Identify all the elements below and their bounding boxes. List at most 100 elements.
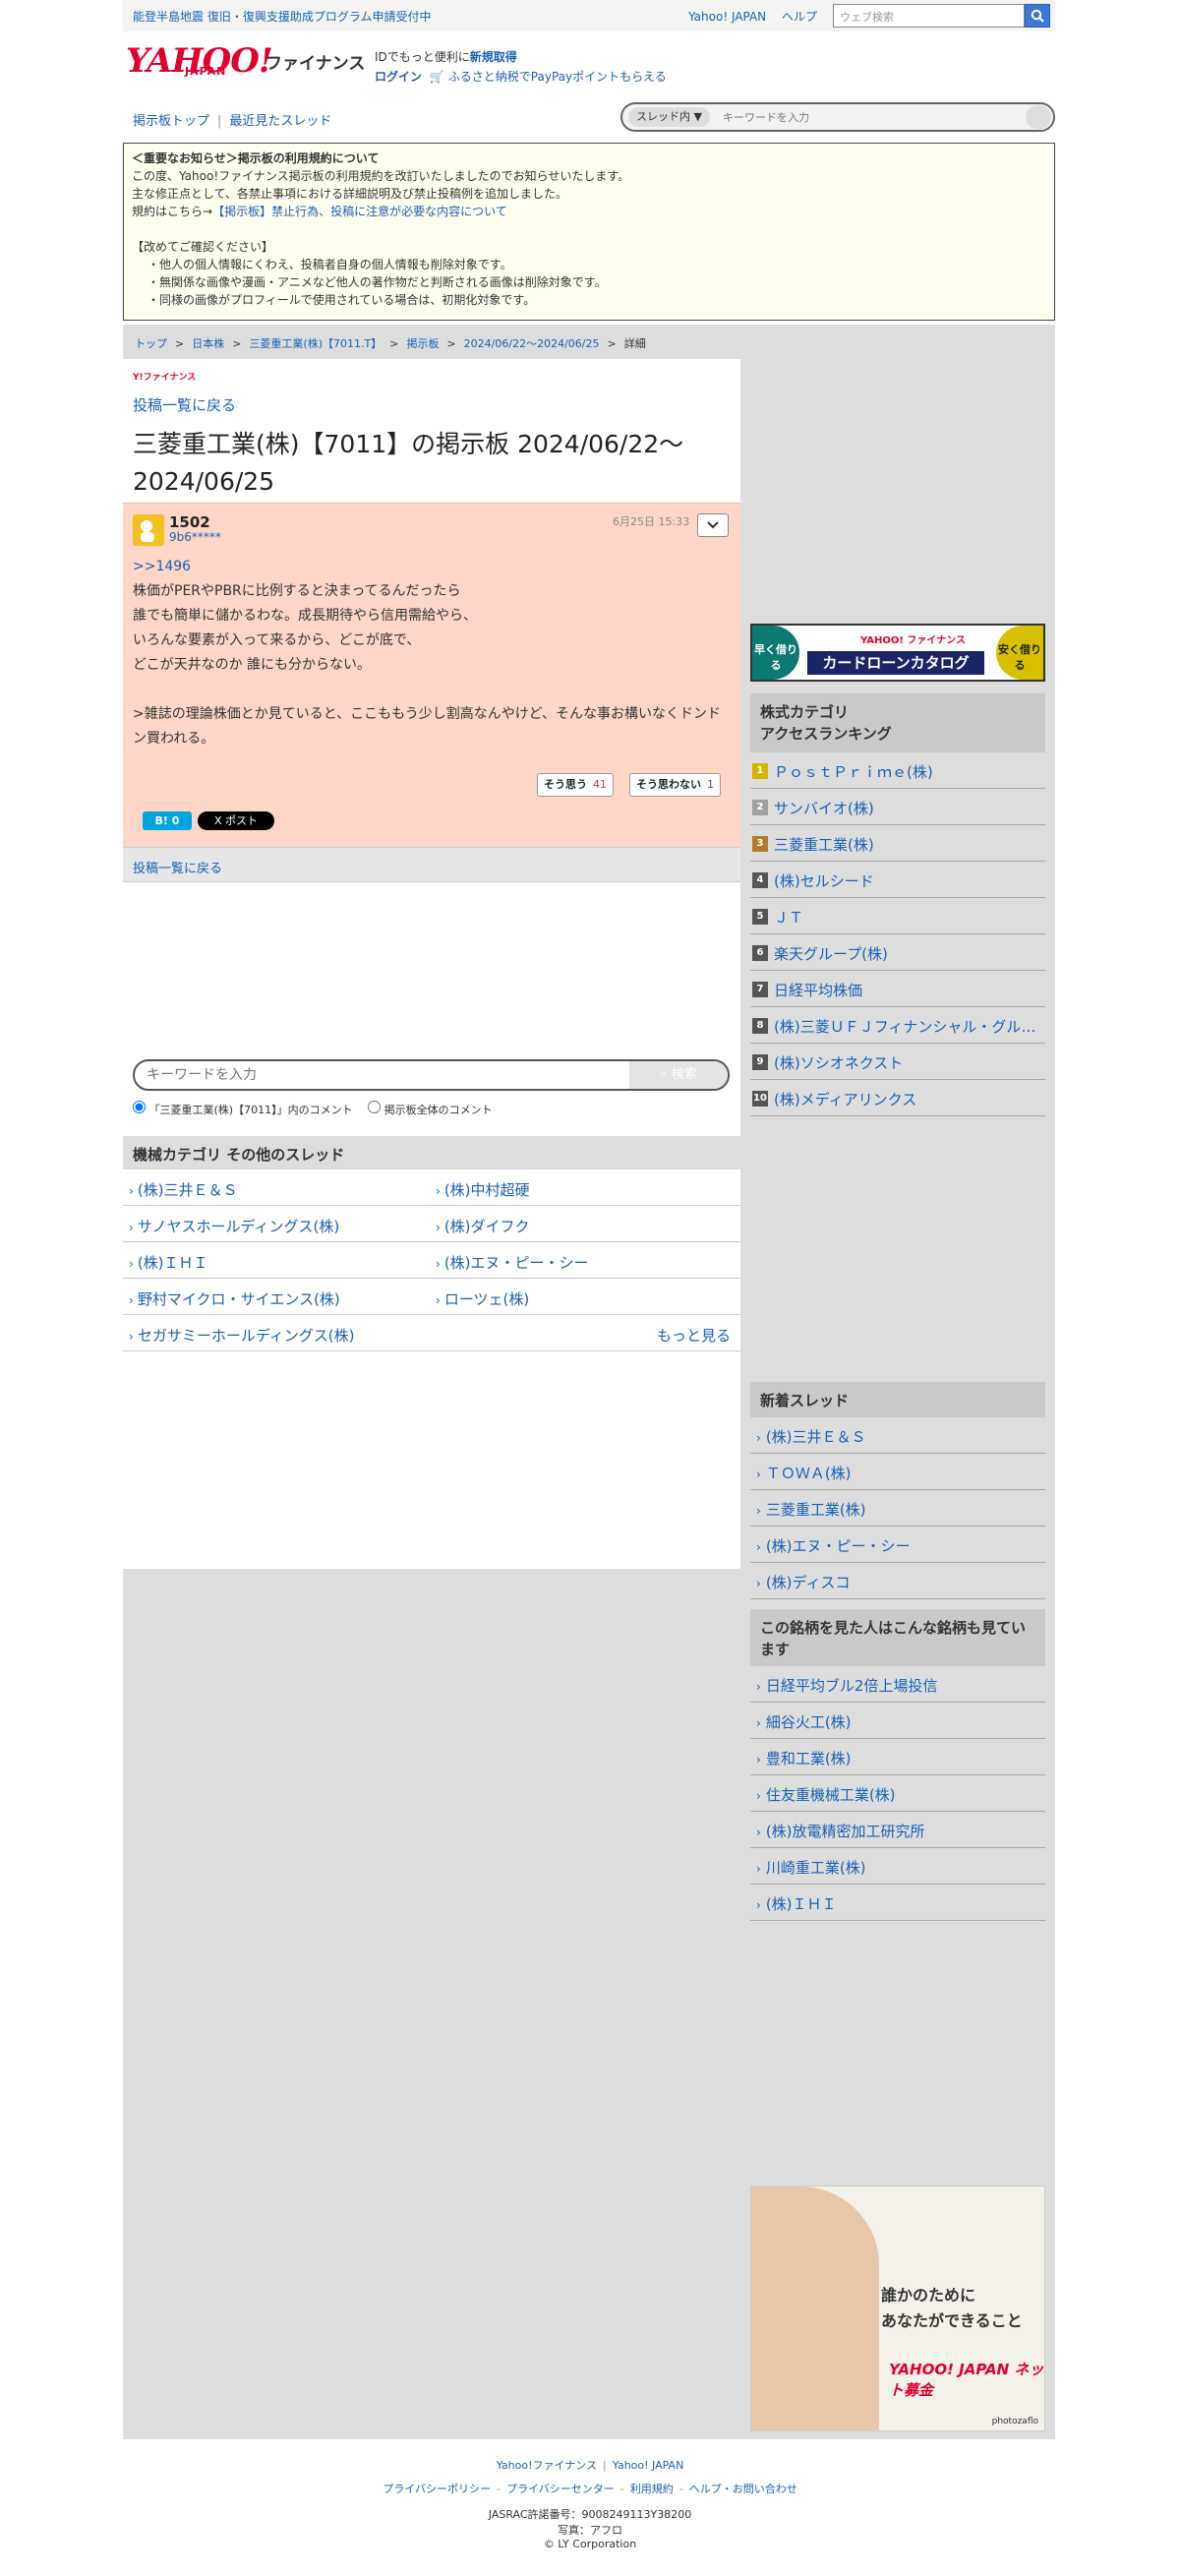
thread-row: (株)ＩＨＩ (株)エヌ・ピー・シー [123,1242,740,1279]
thread-link[interactable]: (株)エヌ・ピー・シー [436,1252,589,1273]
thread-link[interactable]: (株)ＩＨＩ [129,1252,208,1273]
also-viewed-link[interactable]: 川崎重工業(株) [756,1857,866,1878]
comment-search-box: ⌕ 検索 [133,1059,730,1091]
avatar[interactable] [133,514,164,546]
also-viewed-link[interactable]: 豊和工業(株) [756,1748,852,1768]
also-viewed-link[interactable]: 細谷火工(株) [756,1711,852,1732]
disaster-notice-link[interactable]: 能登半島地震 復旧・復興支援助成プログラム申請受付中 [133,8,431,25]
also-viewed-link[interactable]: 住友重機械工業(株) [756,1784,896,1805]
new-thread-row: (株)ディスコ [750,1563,1045,1599]
thread-link[interactable]: (株)中村超硬 [436,1179,530,1200]
also-viewed-heading: この銘柄を見た人はこんな銘柄も見ています [750,1609,1045,1666]
terms-notice: ＜重要なお知らせ＞掲示板の利用規約について この度、Yahoo!ファイナンス掲示… [123,143,1055,321]
web-search-button[interactable] [1025,4,1050,28]
notice-title: ＜重要なお知らせ＞掲示板の利用規約について [132,151,380,165]
finance-logo-text[interactable]: ファイナンス [266,49,365,74]
footer-terms-link[interactable]: 利用規約 [630,2483,674,2495]
donation-ad[interactable]: 誰かのために あなたができること YAHOO! JAPAN ネット募金 photo… [750,2186,1045,2431]
page-title: 三菱重工業(株)【7011】の掲示板 2024/06/22〜2024/06/25 [133,430,684,496]
ranking-link[interactable]: (株)三菱ＵＦＪフィナンシャル・グループ [774,1016,1041,1037]
also-viewed-link[interactable]: (株)ＩＨＩ [756,1893,837,1914]
new-thread-link[interactable]: 三菱重工業(株) [756,1499,866,1520]
thread-link[interactable]: (株)ダイフク [436,1216,530,1236]
ranking-link[interactable]: (株)ソシオネクスト [774,1052,1041,1073]
new-thread-link[interactable]: (株)エヌ・ピー・シー [756,1535,911,1556]
new-thread-link[interactable]: ＴＯＷＡ(株) [756,1463,852,1483]
thread-search-button[interactable] [1026,105,1051,129]
also-viewed-link[interactable]: (株)放電精密加工研究所 [756,1821,925,1841]
comment-search-button[interactable]: ⌕ 検索 [629,1061,728,1089]
thread-link[interactable]: サノヤスホールディングス(株) [129,1216,339,1236]
recent-threads-link[interactable]: 最近見たスレッド [229,114,331,129]
ranking-link[interactable]: 日経平均株価 [774,980,1041,1000]
new-thread-row: (株)三井Ｅ＆Ｓ [750,1417,1045,1454]
ranking-row: 8 (株)三菱ＵＦＪフィナンシャル・グループ [750,1007,1045,1044]
breadcrumb-period[interactable]: 2024/06/22〜2024/06/25 [464,337,600,350]
photo-credit: 写真：アフロ [558,2524,622,2537]
breadcrumb-top[interactable]: トップ [135,337,167,350]
ranking-row: 7 日経平均株価 [750,971,1045,1007]
ranking-link[interactable]: (株)セルシード [774,870,1041,891]
ranking-row: 2 サンバイオ(株) [750,789,1045,825]
cardloan-banner[interactable]: 早く借りる YAHOO! ファイナンス カードローンカタログ 安く借りる [750,624,1045,682]
breadcrumb-board[interactable]: 掲示板 [406,337,439,350]
terms-link[interactable]: 【掲示板】禁止行為、投稿に注意が必要な内容について [212,205,507,218]
footer-yahoo-link[interactable]: Yahoo! JAPAN [613,2459,684,2472]
signup-link[interactable]: 新規取得 [470,50,517,64]
web-search-input[interactable]: ウェブ検索 [833,4,1025,28]
banner-brand: YAHOO! ファイナンス [860,635,967,646]
breadcrumb: トップ > 日本株 > 三菱重工業(株)【7011.T】 > 掲示板 >2024/06/22〜… [123,326,1055,359]
also-viewed-row: 川崎重工業(株) [750,1848,1045,1885]
help-link[interactable]: ヘルプ [782,10,817,24]
scope-radio-all-boards[interactable]: 掲示板全体のコメント [368,1101,493,1116]
banner-left-badge: 早く借りる [752,626,799,680]
board-nav: 掲示板トップ | 最近見たスレッド [133,110,331,129]
ranking-row: 1 ＰｏｓｔＰｒｉｍｅ(株) [750,752,1045,789]
post-menu-button[interactable] [697,513,729,537]
post-body: 株価がPERやPBRに比例すると決まってるんだったら 誰でも簡単に儲かるわな。成… [133,583,722,747]
new-thread-link[interactable]: (株)三井Ｅ＆Ｓ [756,1426,866,1447]
also-viewed-link[interactable]: 日経平均ブル2倍上場投信 [756,1675,938,1696]
search-scope-select[interactable]: スレッド内 ▼ [628,107,710,127]
footer-help-link[interactable]: ヘルプ・お問い合わせ [689,2483,797,2495]
login-link[interactable]: ログイン [375,70,422,84]
back-to-list-link-bottom[interactable]: 投稿一覧に戻る [133,858,222,876]
hatena-bookmark-button[interactable]: B! 0 [143,811,192,830]
thread-link[interactable]: (株)三井Ｅ＆Ｓ [129,1179,238,1200]
furusato-link[interactable]: ふるさと納税でPayPayポイントもらえる [448,70,667,84]
post-user-link[interactable]: 9b6***** [169,530,221,544]
disagree-button[interactable]: そう思わない 1 [629,773,721,797]
top-bar: 能登半島地震 復旧・復興支援助成プログラム申請受付中 Yahoo! JAPAN … [123,0,1055,31]
footer-privacy-center-link[interactable]: プライバシーセンター [506,2483,615,2495]
yahoo-japan-link[interactable]: Yahoo! JAPAN [688,10,766,24]
footer-finance-link[interactable]: Yahoo!ファイナンス [497,2459,597,2472]
x-post-button[interactable]: X ポスト [198,811,274,830]
back-to-list-link[interactable]: 投稿一覧に戻る [133,394,236,415]
ranking-link[interactable]: サンバイオ(株) [774,798,1041,818]
comment-search-input[interactable] [147,1067,619,1083]
footer-privacy-link[interactable]: プライバシーポリシー [383,2483,491,2495]
thread-row: セガサミーホールディングス(株) もっと見る [123,1315,740,1351]
search-icon: ⌕ [660,1067,672,1082]
thread-link[interactable]: ローツェ(株) [436,1288,529,1309]
more-threads-link[interactable]: もっと見る [657,1325,731,1346]
breadcrumb-stock[interactable]: 三菱重工業(株)【7011.T】 [249,337,382,350]
ranking-link[interactable]: 楽天グループ(株) [774,943,1041,964]
chevron-down-icon [707,521,719,529]
ranking-link[interactable]: 三菱重工業(株) [774,834,1041,855]
breadcrumb-japan-stocks[interactable]: 日本株 [192,337,224,350]
ranking-link[interactable]: ＰｏｓｔＰｒｉｍｅ(株) [774,761,1041,782]
ranking-link[interactable]: (株)メディアリンクス [774,1089,1041,1109]
notice-line: 主な修正点として、各禁止事項における詳細説明及び禁止投稿例を追加しました。 [132,187,568,201]
search-icon [1031,9,1044,23]
new-thread-link[interactable]: (株)ディスコ [756,1572,851,1592]
thread-link[interactable]: セガサミーホールディングス(株) [129,1325,355,1346]
agree-button[interactable]: そう思う 41 [537,773,614,797]
thread-link[interactable]: 野村マイクロ・サイエンス(株) [129,1288,340,1309]
copyright: © LY Corporation [543,2538,637,2550]
reply-anchor-link[interactable]: >>1496 [133,559,191,574]
thread-search-input[interactable] [723,108,998,126]
ranking-link[interactable]: ＪＴ [774,907,1041,928]
scope-radio-this-board[interactable]: 「三菱重工業(株)【7011】」内のコメント [133,1101,353,1116]
board-top-link[interactable]: 掲示板トップ [133,114,209,129]
